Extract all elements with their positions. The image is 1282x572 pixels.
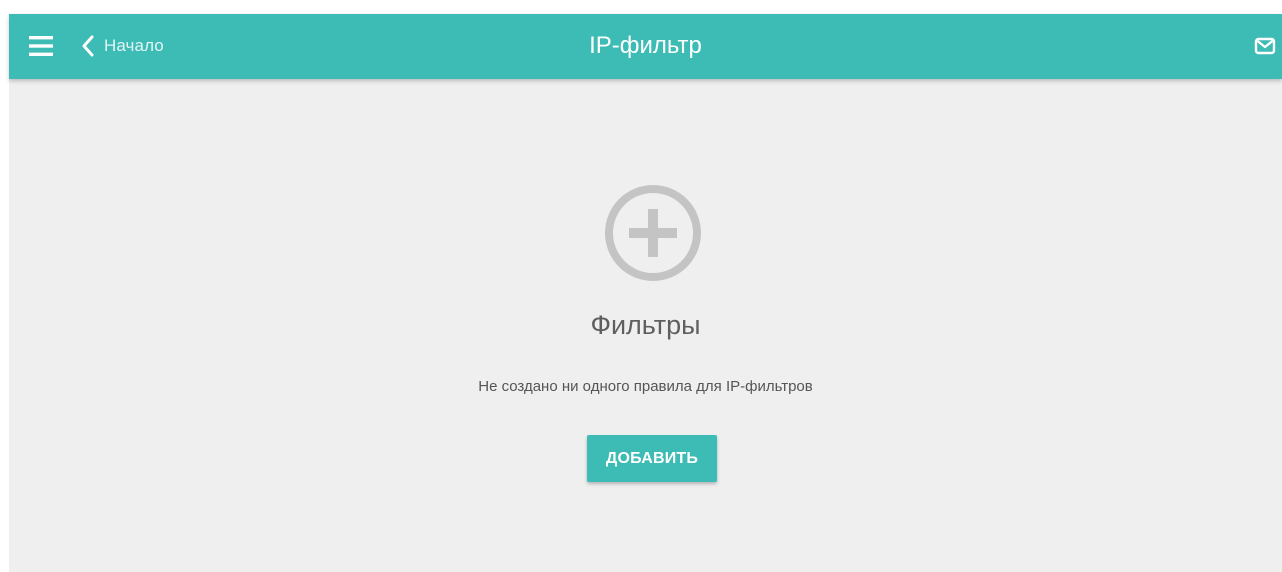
empty-state-title: Фильтры	[590, 310, 701, 340]
page-title: IP-фильтр	[589, 32, 702, 59]
app-window: Начало IP-фильтр Фильтры Не создано ни о…	[9, 14, 1282, 572]
empty-state: Фильтры Не создано ни одного правила для…	[9, 79, 1282, 572]
plus-circle-icon[interactable]	[603, 183, 703, 283]
add-button[interactable]: ДОБАВИТЬ	[587, 435, 717, 482]
empty-state-description: Не создано ни одного правила для IP-филь…	[478, 378, 813, 395]
envelope-icon[interactable]	[1254, 36, 1276, 56]
top-bar: Начало IP-фильтр	[9, 14, 1282, 79]
